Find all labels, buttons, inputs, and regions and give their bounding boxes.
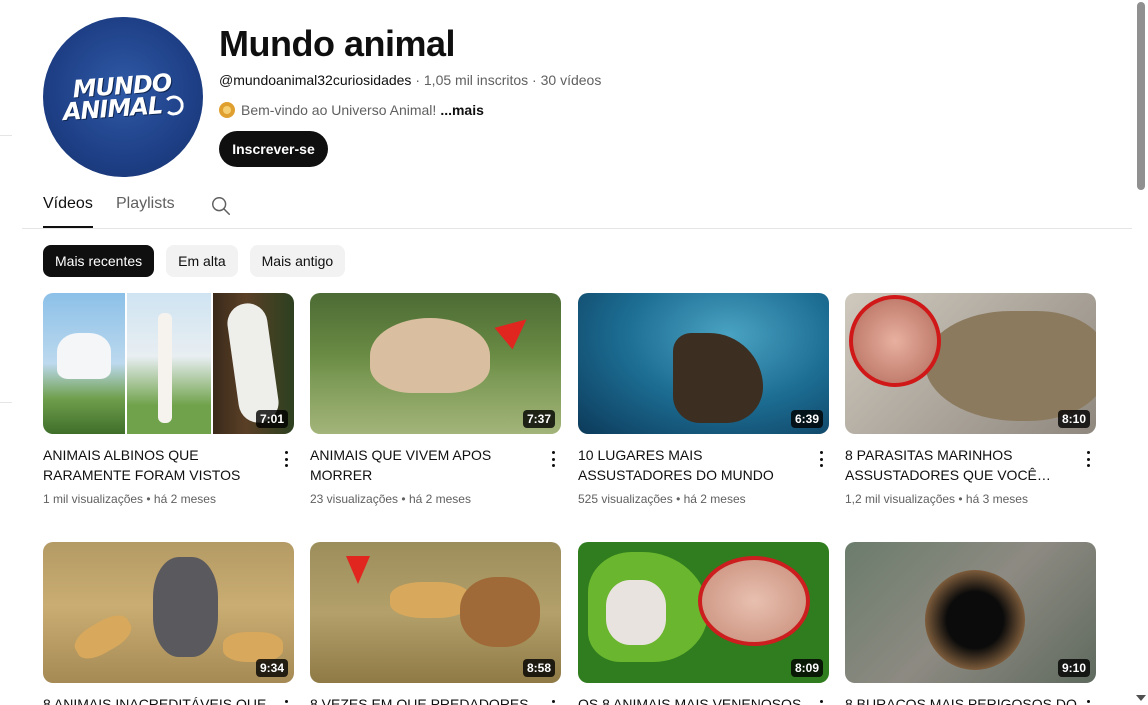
meta-separator: • — [955, 492, 966, 506]
video-card[interactable]: 7:37 ANIMAIS QUE VIVEM APOS MORRER 23 vi… — [310, 293, 561, 506]
left-divider — [0, 402, 12, 403]
video-card[interactable]: 9:34 8 ANIMAIS INACREDITÁVEIS QUE — [43, 542, 294, 705]
meta-separator: · — [411, 72, 424, 88]
scroll-down-arrow-icon[interactable] — [1136, 695, 1146, 701]
chip-most-recent[interactable]: Mais recentes — [43, 245, 155, 277]
video-meta: 23 visualizações • há 2 meses — [310, 492, 471, 506]
view-count: 23 visualizações — [310, 492, 399, 506]
video-card[interactable]: 7:01 ANIMAIS ALBINOS QUE RARAMENTE FORAM… — [43, 293, 294, 506]
chip-popular[interactable]: Em alta — [166, 245, 238, 277]
bite-inset — [698, 556, 810, 646]
view-count: 1 mil visualizações — [43, 492, 144, 506]
upload-age: há 3 meses — [965, 492, 1028, 506]
more-options-icon[interactable] — [545, 449, 561, 469]
parasite-inset — [849, 295, 941, 387]
cheetah-figure — [223, 632, 283, 662]
channel-avatar[interactable]: MUNDO ANIMAL — [43, 17, 203, 177]
cheetah-figure — [390, 582, 470, 618]
video-thumbnail[interactable]: 9:34 — [43, 542, 294, 683]
video-thumbnail[interactable]: 7:01 — [43, 293, 294, 434]
video-duration: 7:01 — [255, 410, 288, 428]
channel-handle: @mundoanimal32curiosidades — [219, 72, 412, 88]
video-thumbnail[interactable]: 7:37 — [310, 293, 561, 434]
meta-separator: • — [143, 492, 154, 506]
more-options-icon[interactable] — [545, 698, 561, 705]
video-meta: 525 visualizações • há 2 meses — [578, 492, 746, 506]
more-options-icon[interactable] — [278, 698, 294, 705]
channel-description[interactable]: Bem-vindo ao Universo Animal! ...mais — [219, 102, 484, 118]
video-thumbnail[interactable]: 8:58 — [310, 542, 561, 683]
video-meta: 1 mil visualizações • há 2 meses — [43, 492, 216, 506]
logo-swirl-icon — [163, 94, 186, 117]
upload-age: há 2 meses — [683, 492, 746, 506]
meta-separator: • — [398, 492, 409, 506]
giraffe-figure — [158, 313, 172, 423]
chip-oldest[interactable]: Mais antigo — [249, 245, 346, 277]
video-thumbnail[interactable]: 9:10 — [845, 542, 1096, 683]
lion-figure — [460, 577, 540, 647]
upload-age: há 2 meses — [153, 492, 216, 506]
tab-videos[interactable]: Vídeos — [43, 195, 93, 228]
video-title[interactable]: 8 VEZES EM QUE PREDADORES — [310, 694, 542, 705]
video-duration: 9:10 — [1057, 659, 1090, 677]
red-arrow-icon — [346, 556, 370, 584]
video-card[interactable]: 8:10 8 PARASITAS MARINHOS ASSUSTADORES Q… — [845, 293, 1096, 506]
video-title[interactable]: 8 PARASITAS MARINHOS ASSUSTADORES QUE VO… — [845, 445, 1077, 485]
channel-logo: MUNDO ANIMAL — [61, 69, 186, 127]
scrollbar[interactable] — [1134, 0, 1148, 705]
upload-age: há 2 meses — [408, 492, 471, 506]
more-options-icon[interactable] — [1080, 449, 1096, 469]
video-title[interactable]: 8 ANIMAIS INACREDITÁVEIS QUE — [43, 694, 275, 705]
video-card[interactable]: 8:58 8 VEZES EM QUE PREDADORES — [310, 542, 561, 705]
meta-separator: • — [672, 492, 684, 506]
description-text: Bem-vindo ao Universo Animal! — [241, 102, 437, 118]
view-count: 525 visualizações — [578, 492, 673, 506]
video-thumbnail[interactable]: 8:10 — [845, 293, 1096, 434]
channel-header: MUNDO ANIMAL Mundo animal @mundoanimal32… — [43, 17, 1123, 177]
camel-figure — [370, 318, 490, 393]
video-title[interactable]: ANIMAIS QUE VIVEM APOS MORRER — [310, 445, 542, 485]
view-count: 1,2 mil visualizações — [845, 492, 956, 506]
video-count: 30 vídeos — [540, 72, 602, 88]
subscriber-count: 1,05 mil inscritos — [423, 72, 529, 88]
sort-chips: Mais recentes Em alta Mais antigo — [43, 245, 346, 277]
video-title[interactable]: 10 LUGARES MAIS ASSUSTADORES DO MUNDO — [578, 445, 810, 485]
sinkhole-figure — [925, 570, 1025, 670]
more-link[interactable]: ...mais — [440, 102, 484, 118]
video-duration: 8:09 — [790, 659, 823, 677]
subscribe-button[interactable]: Inscrever-se — [219, 131, 328, 167]
snake-mouth — [606, 580, 666, 645]
more-options-icon[interactable] — [813, 698, 829, 705]
channel-title: Mundo animal — [219, 23, 456, 64]
scrollbar-thumb[interactable] — [1137, 2, 1145, 190]
video-duration: 7:37 — [522, 410, 555, 428]
video-duration: 6:39 — [790, 410, 823, 428]
logo-text-line2: ANIMAL — [62, 91, 164, 127]
video-title[interactable]: ANIMAIS ALBINOS QUE RARAMENTE FORAM VIST… — [43, 445, 275, 485]
video-thumbnail[interactable]: 8:09 — [578, 542, 829, 683]
video-duration: 9:34 — [255, 659, 288, 677]
left-divider — [0, 135, 12, 136]
video-duration: 8:58 — [522, 659, 555, 677]
more-options-icon[interactable] — [278, 449, 294, 469]
video-thumbnail[interactable]: 6:39 — [578, 293, 829, 434]
video-card[interactable]: 9:10 8 BURACOS MAIS PERIGOSOS DO — [845, 542, 1096, 705]
channel-meta: @mundoanimal32curiosidades · 1,05 mil in… — [219, 72, 601, 88]
video-title[interactable]: OS 8 ANIMAIS MAIS VENENOSOS — [578, 694, 810, 705]
video-duration: 8:10 — [1057, 410, 1090, 428]
video-meta: 1,2 mil visualizações • há 3 meses — [845, 492, 1028, 506]
video-card[interactable]: 8:09 OS 8 ANIMAIS MAIS VENENOSOS — [578, 542, 829, 705]
more-options-icon[interactable] — [813, 449, 829, 469]
lion-emoji-icon — [219, 102, 235, 118]
gorilla-figure — [153, 557, 218, 657]
search-icon[interactable] — [210, 195, 232, 217]
channel-tabs: Vídeos Playlists — [22, 183, 1132, 229]
tab-playlists[interactable]: Playlists — [116, 195, 175, 213]
more-options-icon[interactable] — [1080, 698, 1096, 705]
video-title[interactable]: 8 BURACOS MAIS PERIGOSOS DO — [845, 694, 1077, 705]
moose-figure — [57, 333, 111, 379]
video-card[interactable]: 6:39 10 LUGARES MAIS ASSUSTADORES DO MUN… — [578, 293, 829, 506]
meta-separator: · — [528, 72, 541, 88]
